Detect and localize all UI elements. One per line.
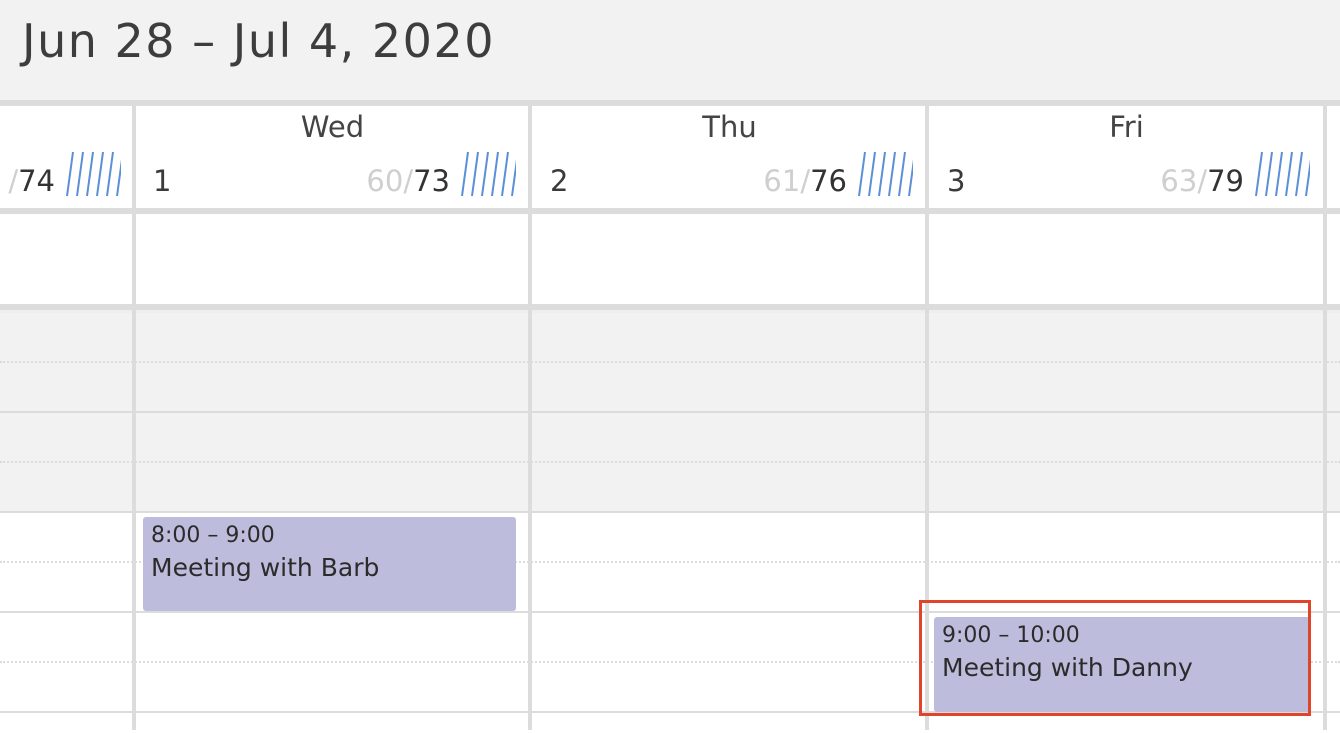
temp-separator: / [800,164,811,198]
rain-icon [1255,151,1310,197]
rain-icon [461,151,516,197]
day-header[interactable]: Thu 2 61/76 [534,106,925,208]
high-temp: 79 [1207,164,1244,198]
temperature: /74 [8,164,55,198]
event-meeting-with-barb[interactable]: 8:00 – 9:00 Meeting with Barb [143,517,516,611]
rain-icon [858,151,913,197]
calendar-header: Jun 28 – Jul 4, 2020 [0,0,1340,100]
day-header[interactable]: Wed 1 60/73 [137,106,528,208]
weekday-label: Thu [702,110,757,144]
day-header[interactable]: Fri 3 63/79 [931,106,1322,208]
high-temp: 74 [18,164,55,198]
temperature: 63/79 [1160,164,1244,198]
day-column-thu: Thu 2 61/76 [534,106,925,730]
low-temp: 61 [763,164,801,198]
low-temp: 60 [366,164,404,198]
temp-separator: / [1197,164,1208,198]
high-temp: 76 [810,164,847,198]
day-column-tue: /74 [0,106,133,730]
column-divider [1323,106,1327,730]
date-number[interactable]: 3 [947,164,965,198]
date-number[interactable]: 2 [550,164,568,198]
high-temp: 73 [413,164,450,198]
temp-separator: / [403,164,414,198]
selection-highlight [919,600,1311,716]
weekday-label: Wed [300,110,365,144]
column-divider [528,106,532,730]
date-number[interactable]: 1 [153,164,171,198]
temperature: 60/73 [366,164,450,198]
day-header[interactable]: /74 [0,106,133,208]
temp-separator: / [8,164,19,198]
rain-icon [66,151,121,197]
column-divider [132,106,136,730]
event-title: Meeting with Barb [151,553,380,582]
low-temp: 63 [1160,164,1198,198]
date-range-title: Jun 28 – Jul 4, 2020 [22,14,495,68]
weekday-label: Fri [1109,110,1144,144]
event-time: 8:00 – 9:00 [151,523,275,548]
temperature: 61/76 [763,164,847,198]
day-column-wed: Wed 1 60/73 [137,106,528,730]
